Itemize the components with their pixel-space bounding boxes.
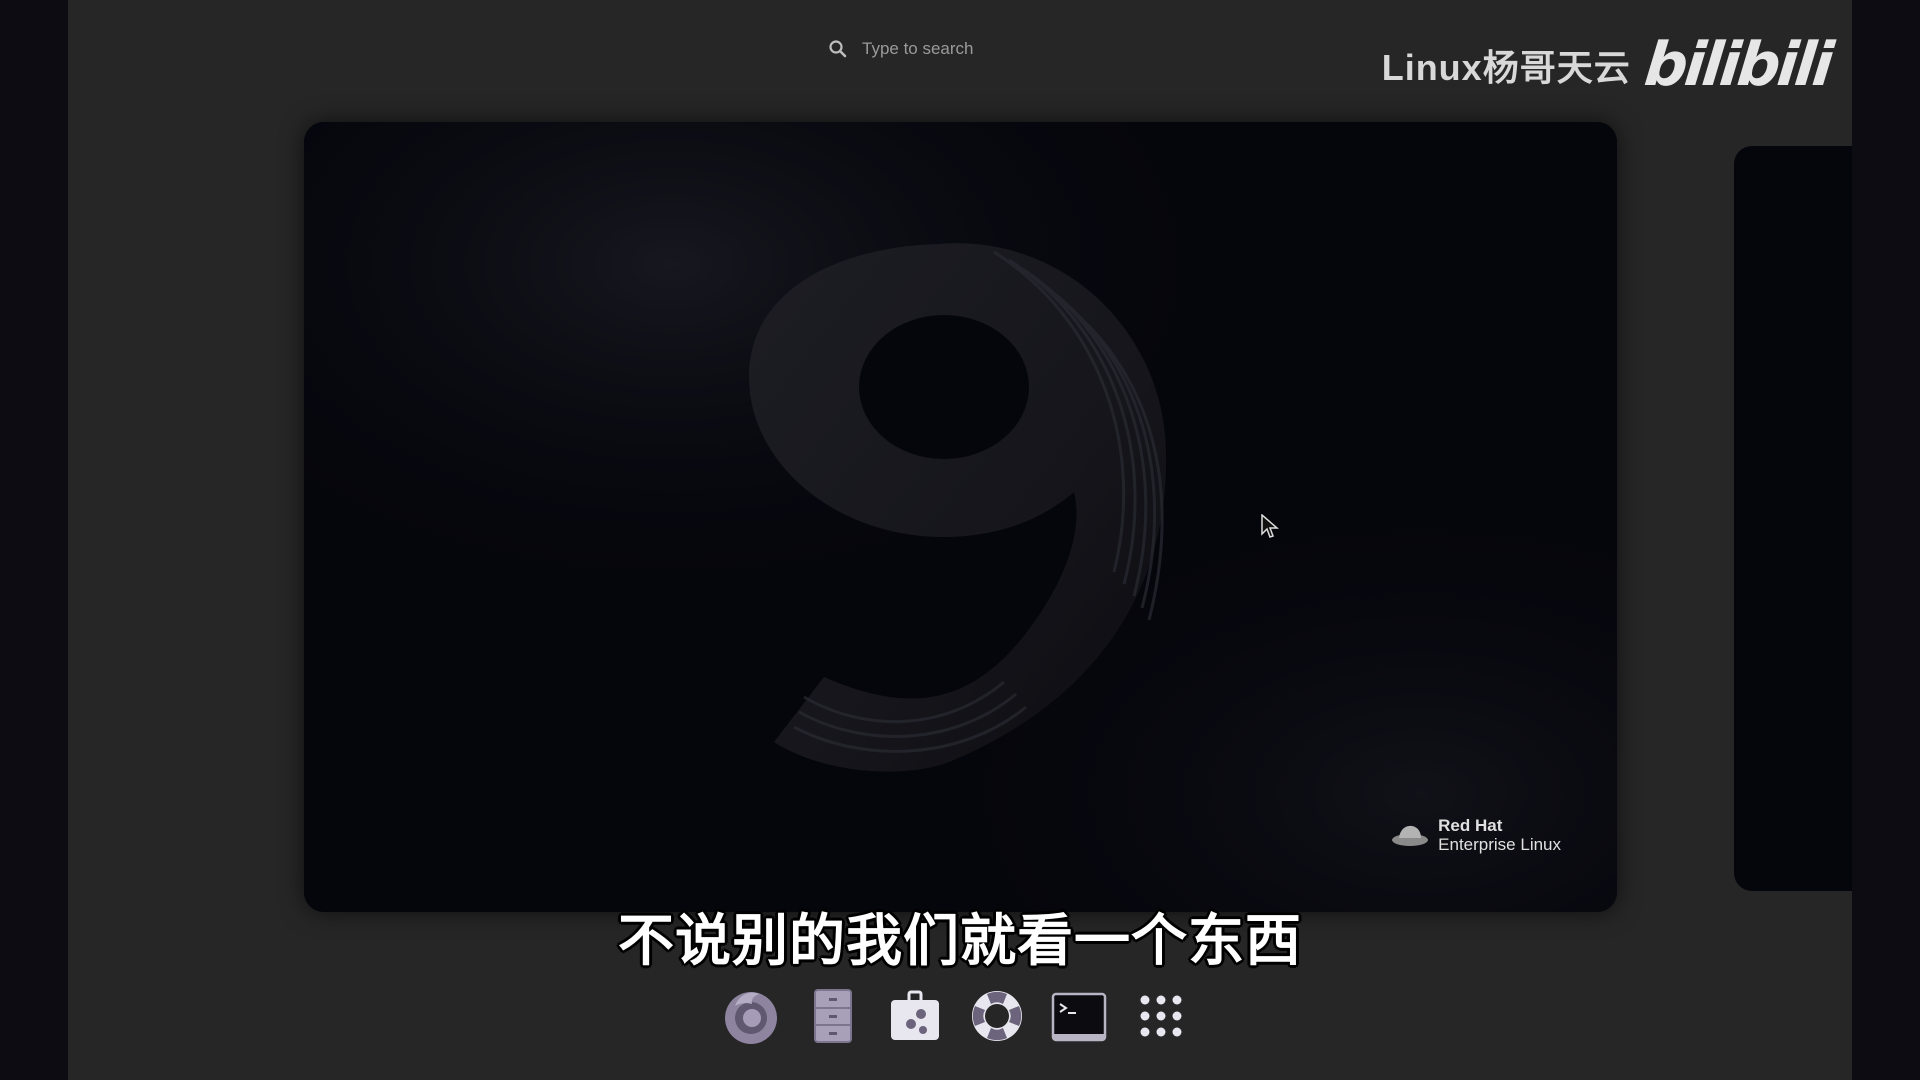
search-bar[interactable]: Type to search <box>828 34 1088 64</box>
help-lifebuoy-icon <box>972 991 1022 1041</box>
workspace-thumbnail-next[interactable] <box>1734 146 1852 891</box>
search-placeholder[interactable]: Type to search <box>862 39 974 59</box>
redhat-branding: Red Hat Enterprise Linux <box>1390 816 1561 854</box>
dash-item-terminal[interactable] <box>1046 983 1112 1049</box>
redhat-logo-icon <box>1392 825 1429 846</box>
search-icon <box>829 40 847 58</box>
dash-dock <box>718 980 1194 1052</box>
dash-item-software[interactable] <box>882 983 948 1049</box>
dash-item-files[interactable] <box>800 983 866 1049</box>
redhat-title: Red Hat <box>1438 816 1503 835</box>
channel-name: Linux杨哥天云 <box>1381 47 1631 88</box>
video-watermark: Linux杨哥天云 bilibili <box>1381 30 1834 100</box>
bilibili-logo: bilibili <box>1641 30 1834 100</box>
files-icon <box>814 989 852 1043</box>
workspace-thumbnail-current[interactable]: Red Hat Enterprise Linux <box>304 122 1617 912</box>
dash-item-firefox[interactable] <box>718 983 784 1049</box>
video-subtitle: 不说别的我们就看一个东西 <box>618 909 1302 974</box>
software-icon <box>891 990 939 1040</box>
app-grid-icon <box>1140 995 1182 1037</box>
rhel9-wallpaper <box>304 122 1617 912</box>
firefox-icon <box>725 992 777 1044</box>
redhat-subtitle: Enterprise Linux <box>1438 835 1561 854</box>
dash-item-show-applications[interactable] <box>1128 983 1194 1049</box>
mouse-pointer-icon <box>1261 514 1279 538</box>
terminal-icon <box>1051 992 1107 1042</box>
dash-item-help[interactable] <box>964 983 1030 1049</box>
